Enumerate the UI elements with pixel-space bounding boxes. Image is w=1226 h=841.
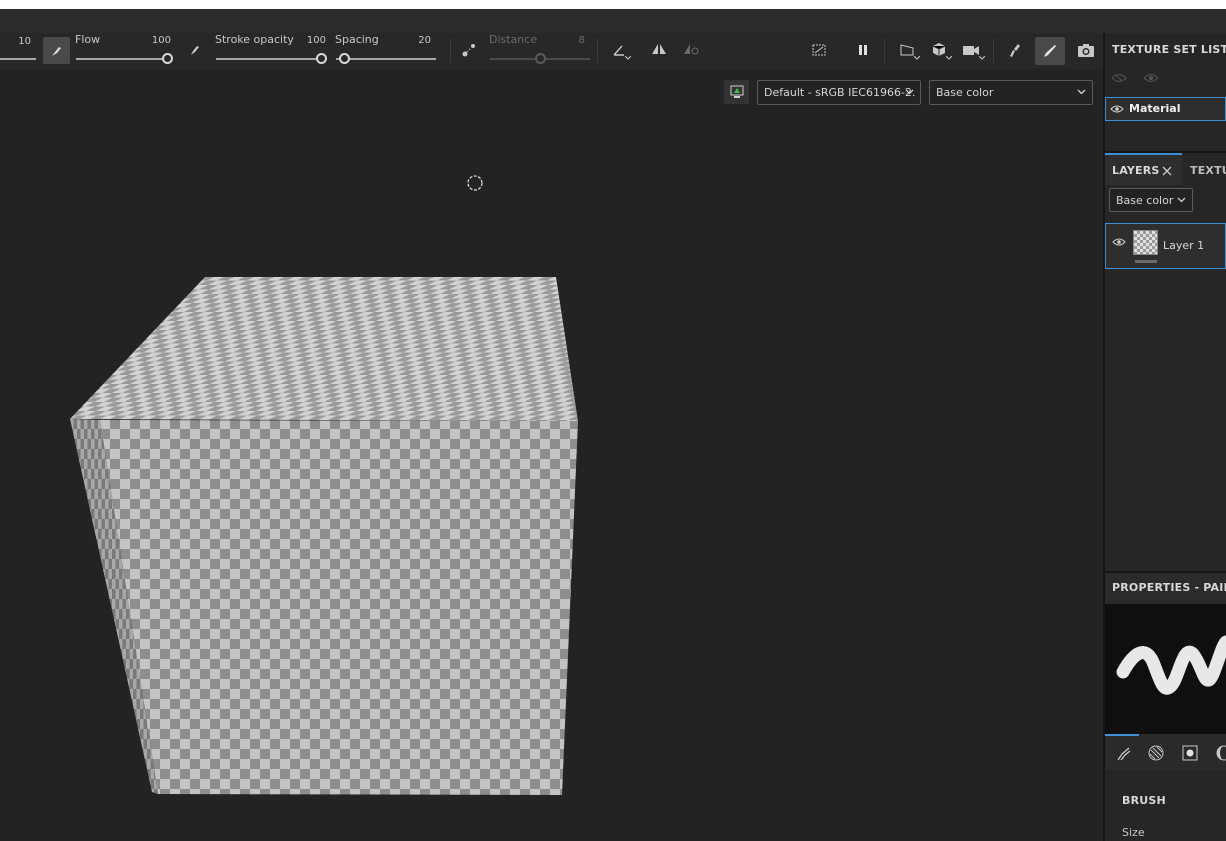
smudge-button[interactable] [1002,38,1026,62]
cube-top-face [70,277,578,421]
properties-header: PROPERTIES - PAINT [1105,573,1226,604]
toolbar-separator [597,39,598,63]
chevron-down-icon [979,56,985,60]
layer-thumbnail [1133,230,1158,255]
symmetry-button[interactable] [647,37,671,61]
cube-icon [932,43,946,56]
layers-channel-value: Base color [1116,194,1174,207]
size-value: 10 [18,36,31,47]
pen-pressure-button[interactable] [183,38,207,62]
brush-section-title: BRUSH [1122,794,1166,807]
texture-set-list-title: TEXTURE SET LIST [1112,43,1226,56]
stroke-opacity-label: Stroke opacity [215,33,294,46]
3d-viewport[interactable]: Default - sRGB IEC61966-2. Base color [0,69,1103,841]
layer-item[interactable]: Layer 1 [1105,223,1226,269]
symmetry-mode-button[interactable] [679,37,703,61]
chevron-down-icon [1177,197,1186,203]
projection-icon [900,44,914,56]
chevron-down-icon [914,56,920,60]
stencil-icon[interactable] [1216,745,1226,761]
camera-icon [963,46,979,55]
brush-stroke-preview [1105,604,1226,734]
size-slider[interactable] [0,58,36,60]
cube-front-face [100,420,578,795]
tab-textures-label: TEXTU [1190,164,1226,177]
brush-tip-icon [51,46,61,56]
tab-layers-label: LAYERS [1112,164,1160,177]
stroke-preview-image [1116,635,1226,695]
paint-brush-button[interactable] [1035,37,1065,65]
smudge-icon [1010,44,1020,57]
eye-icon[interactable] [1112,237,1126,247]
tab-textures[interactable]: TEXTU [1184,153,1226,185]
symmetry-mode-icon [684,44,699,55]
tab-layers[interactable]: LAYERS [1105,153,1182,185]
hide-button[interactable] [807,38,831,62]
layers-channel-dropdown[interactable]: Base color [1109,188,1193,212]
checker-cube-mesh [70,277,578,795]
alpha-mask-icon[interactable] [1182,745,1198,761]
properties-tab-bar [1105,734,1226,770]
pen-pressure-icon [191,46,199,55]
active-tab-indicator [1105,734,1139,736]
toolbar-separator [450,39,451,63]
title-strip [0,0,1226,9]
flow-label: Flow [75,33,101,46]
lazy-mouse-icon [462,44,475,57]
lazy-mouse-button[interactable] [457,38,481,62]
texture-set-item[interactable]: Material [1105,97,1226,121]
screenshot-icon [1078,44,1094,57]
flow-value: 100 [151,35,171,46]
brush-toolbar: 10 Flow 100 Stroke opacity 100 Spacing 2… [0,33,1103,69]
toolbar-separator [993,39,994,63]
paint-brush-icon [1044,45,1056,57]
layer-name: Layer 1 [1163,239,1205,252]
brush-settings-icon[interactable] [1116,746,1132,762]
brush-tip-button[interactable] [43,37,70,64]
layers-header: LAYERS TEXTU [1105,153,1226,185]
symmetry-icon [652,44,666,54]
menu-bar [0,9,1226,33]
pause-button[interactable] [851,38,875,62]
eye-icon[interactable] [1143,72,1159,84]
hide-icon [812,44,826,56]
size-label: Size [1122,826,1145,839]
properties-title: PROPERTIES - PAINT [1112,581,1226,594]
spacing-label: Spacing [335,33,379,46]
screenshot-button[interactable] [1074,38,1098,62]
eye-icon[interactable] [1110,104,1124,114]
chevron-down-icon [946,56,952,60]
material-sphere-icon[interactable] [1148,745,1164,761]
layer-mask-bar [1135,260,1157,263]
material-name: Material [1129,102,1181,115]
eye-hidden-icon[interactable] [1111,72,1127,84]
chevron-down-icon [625,56,631,60]
distance-value: 8 [578,35,585,46]
stroke-opacity-value: 100 [306,35,326,46]
distance-label: Distance [489,33,538,46]
close-icon[interactable] [1162,166,1172,176]
spacing-value: 20 [418,35,431,46]
right-dock: TEXTURE SET LIST Material LAYERS TEXTU B… [1105,33,1226,841]
texture-set-list-header: TEXTURE SET LIST [1105,33,1226,63]
toolbar-separator [884,39,885,63]
pause-icon [859,45,867,55]
